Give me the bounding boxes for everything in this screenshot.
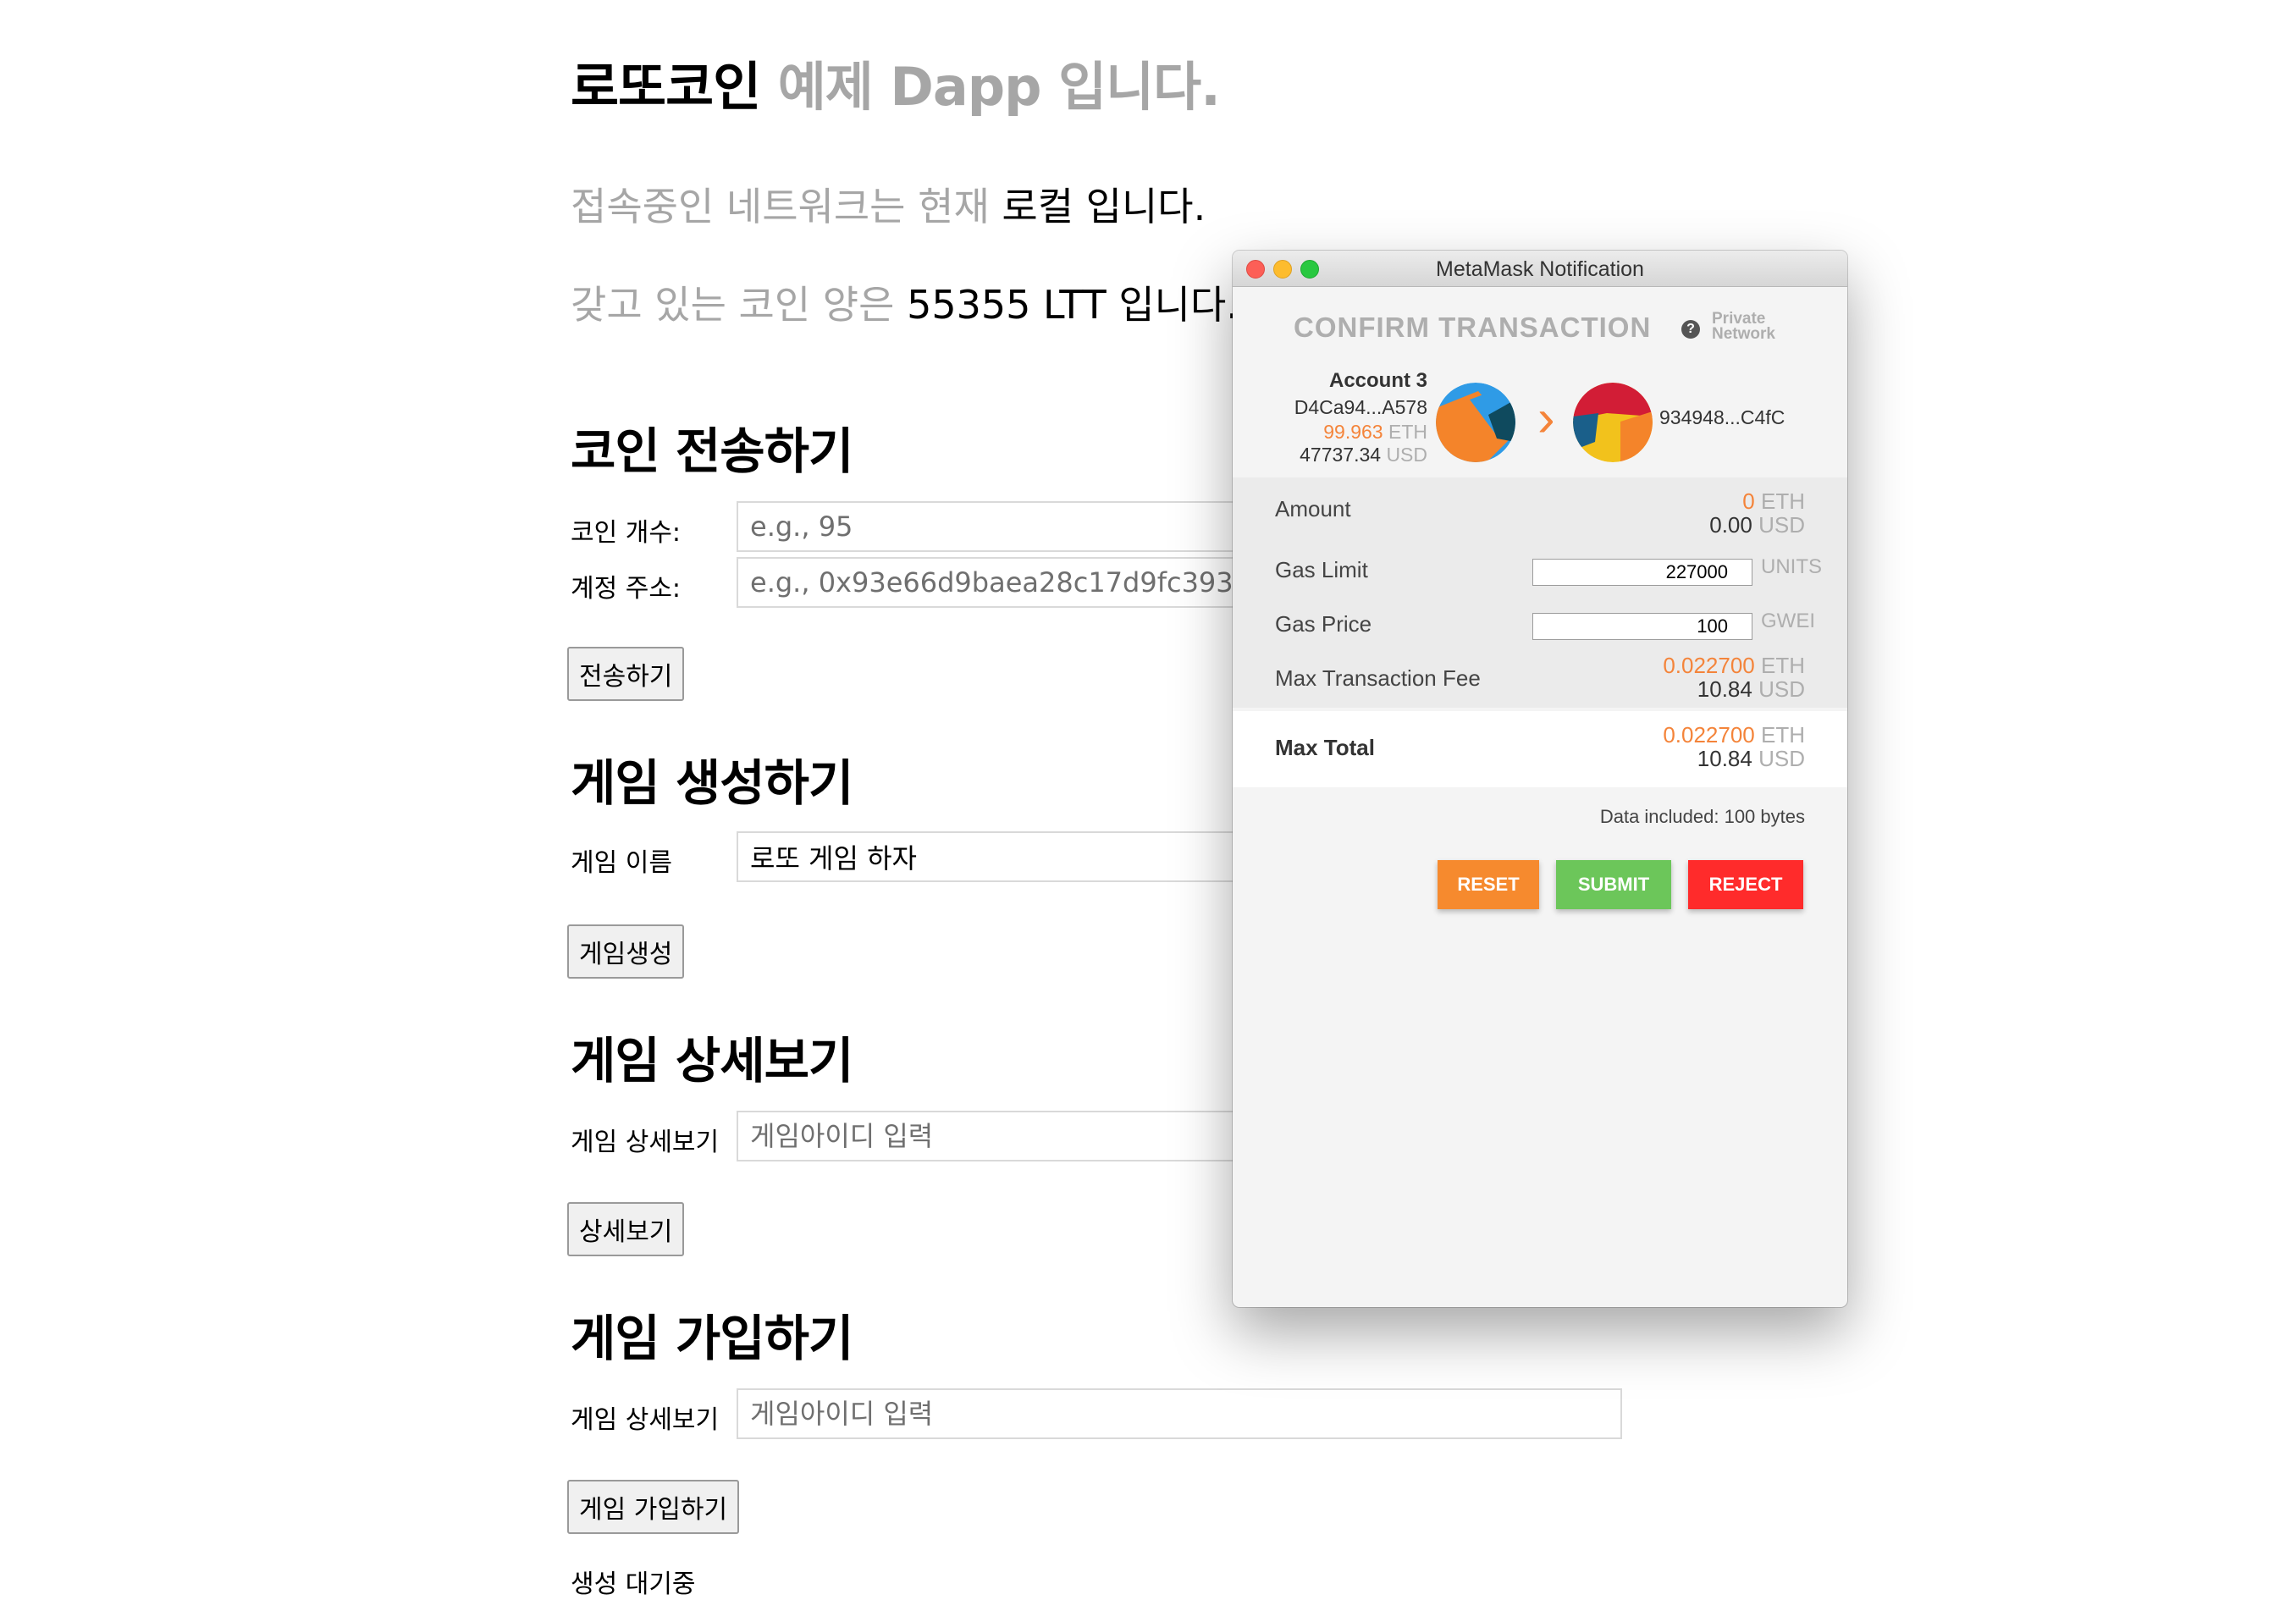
network-line2: Network <box>1712 325 1775 343</box>
create-game-button[interactable]: 게임생성 <box>567 924 685 979</box>
send-button[interactable]: 전송하기 <box>567 647 685 701</box>
amount-eth-unit: ETH <box>1761 488 1805 514</box>
balance-label: 갖고 있는 코인 양은 <box>571 282 895 328</box>
window-titlebar[interactable]: MetaMask Notification <box>1233 251 1847 287</box>
dapp-page: 로또코인 예제 Dapp 입니다. 접속중인 네트워크는 현재 로컬 입니다. … <box>0 0 2296 1599</box>
coin-count-label: 코인 개수: <box>571 518 682 548</box>
max-total-value: 0.022700 ETH 10.84 USD <box>1663 723 1805 770</box>
from-account-name: Account 3 <box>1328 369 1427 392</box>
game-detail-heading: 게임 상세보기 <box>571 1032 853 1090</box>
submit-button[interactable]: SUBMIT <box>1556 860 1671 909</box>
from-usd-value: 47737.34 <box>1300 444 1382 466</box>
join-game-label: 게임 상세보기 <box>571 1405 720 1435</box>
game-detail-label: 게임 상세보기 <box>571 1128 720 1157</box>
from-account-address: D4Ca94...A578 <box>1294 396 1427 418</box>
page-title-muted: 예제 Dapp 입니다. <box>777 56 1221 118</box>
max-fee-value: 0.022700 ETH 10.84 USD <box>1663 654 1805 701</box>
from-account-usd: 47737.34 USD <box>1300 444 1427 466</box>
status-text: 생성 대기중 <box>571 1570 696 1599</box>
from-eth-unit: ETH <box>1388 421 1427 443</box>
to-account-address: 934948...C4fC <box>1659 406 1785 428</box>
from-eth-value: 99.963 <box>1323 421 1383 443</box>
amount-value: 0 ETH 0.00 USD <box>1709 489 1805 537</box>
send-heading: 코인 전송하기 <box>571 422 853 480</box>
page-title: 로또코인 예제 Dapp 입니다. <box>571 44 1221 120</box>
confirm-transaction-heading: CONFIRM TRANSACTION <box>1294 312 1652 343</box>
account-address-label: 계정 주소: <box>571 574 682 604</box>
max-total-eth: 0.022700 <box>1663 722 1755 748</box>
amount-label: Amount <box>1275 496 1351 521</box>
help-icon[interactable]: ? <box>1681 320 1700 339</box>
reject-button[interactable]: REJECT <box>1688 860 1803 909</box>
data-included-text: Data included: 100 bytes <box>1599 806 1805 827</box>
network-value: 로컬 입니다. <box>1002 184 1206 229</box>
gas-limit-label: Gas Limit <box>1275 557 1368 582</box>
max-fee-usd: 10.84 <box>1697 676 1752 702</box>
max-fee-label: Max Transaction Fee <box>1275 665 1481 691</box>
amount-eth: 0 <box>1742 488 1755 514</box>
max-total-usd-unit: USD <box>1758 746 1805 771</box>
from-usd-unit: USD <box>1386 444 1427 466</box>
from-account-eth: 99.963 ETH <box>1323 421 1427 444</box>
gas-price-input[interactable] <box>1532 613 1752 640</box>
reset-button[interactable]: RESET <box>1438 860 1539 909</box>
from-identicon <box>1436 383 1515 462</box>
gas-limit-input[interactable] <box>1532 559 1752 586</box>
max-total-label: Max Total <box>1275 735 1375 760</box>
max-total-usd: 10.84 <box>1697 746 1752 771</box>
max-fee-usd-unit: USD <box>1758 676 1805 702</box>
join-game-id-input[interactable] <box>737 1388 1622 1439</box>
amount-usd: 0.00 <box>1709 512 1752 538</box>
balance-value: 55355 LTT 입니다. <box>907 282 1239 328</box>
transfer-arrow-icon: › <box>1537 389 1555 448</box>
gas-limit-unit: UNITS <box>1761 555 1822 578</box>
max-fee-eth: 0.022700 <box>1663 653 1755 678</box>
window-title: MetaMask Notification <box>1436 257 1644 281</box>
balance-line: 갖고 있는 코인 양은 55355 LTT 입니다. <box>571 274 1239 330</box>
to-identicon <box>1573 383 1653 462</box>
network-line: 접속중인 네트워크는 현재 로컬 입니다. <box>571 176 1206 232</box>
max-fee-eth-unit: ETH <box>1761 653 1805 678</box>
gas-price-unit: GWEI <box>1761 610 1815 632</box>
game-detail-button[interactable]: 상세보기 <box>567 1202 685 1256</box>
join-game-heading: 게임 가입하기 <box>571 1310 853 1367</box>
game-name-label: 게임 이름 <box>571 848 672 878</box>
max-total-eth-unit: ETH <box>1761 722 1805 748</box>
amount-usd-unit: USD <box>1758 512 1805 538</box>
join-game-button[interactable]: 게임 가입하기 <box>567 1480 740 1534</box>
create-game-heading: 게임 생성하기 <box>571 754 853 812</box>
network-indicator: Private Network <box>1712 311 1775 343</box>
network-label: 접속중인 네트워크는 현재 <box>571 184 990 229</box>
gas-price-label: Gas Price <box>1275 611 1372 637</box>
metamask-notification-window: MetaMask Notification CONFIRM TRANSACTIO… <box>1233 251 1847 1307</box>
page-title-strong: 로또코인 <box>571 56 761 118</box>
